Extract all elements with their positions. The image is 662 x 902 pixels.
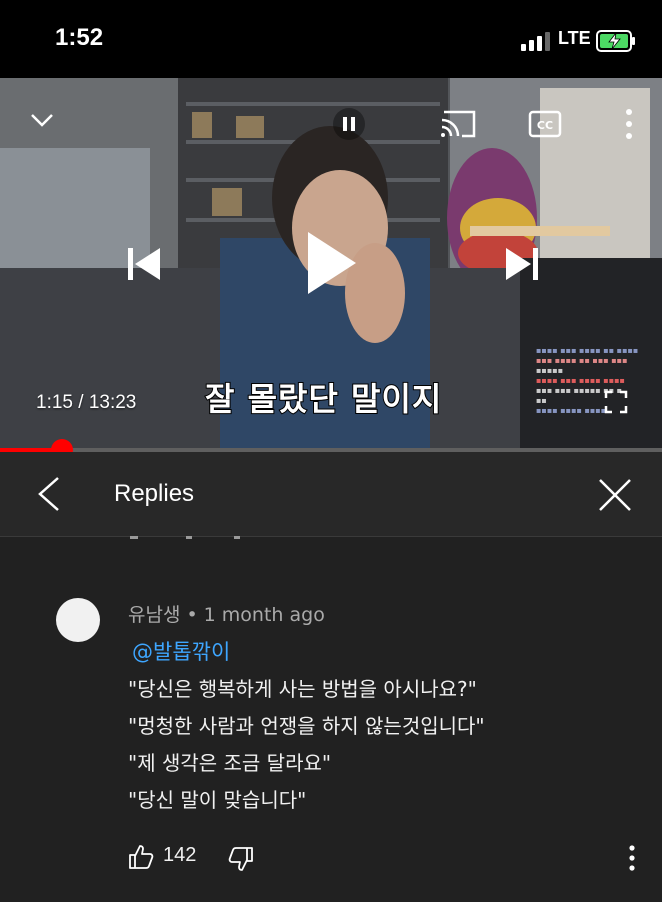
- comment-line: "멍청한 사람과 언쟁을 하지 않는것입니다": [128, 714, 485, 738]
- chevron-down-icon[interactable]: [30, 112, 54, 128]
- stream-chat-overlay: ▪▪▪▪ ▪▪▪ ▪▪▪▪ ▪▪ ▪▪▪▪ ▪▪▪ ▪▪▪▪ ▪▪ ▪▪▪ ▪▪…: [536, 346, 639, 415]
- comment-line: "제 생각은 조금 달라요": [128, 751, 332, 775]
- total-time: 13:23: [88, 392, 137, 413]
- previous-icon[interactable]: [126, 246, 162, 282]
- comment-meta: 유남생 • 1 month ago: [128, 600, 325, 627]
- video-subtitle: 잘 몰랐단 말이지: [204, 379, 443, 419]
- comment-mention[interactable]: @발톱깎이: [132, 636, 230, 666]
- cast-icon[interactable]: [440, 108, 478, 138]
- video-player[interactable]: CC 1:15 / 13:23 잘 몰랐단 말이지 ▪▪▪▪ ▪▪▪ ▪▪▪▪ …: [0, 78, 662, 452]
- more-vert-icon[interactable]: [626, 844, 638, 872]
- svg-text:CC: CC: [537, 119, 553, 132]
- video-time: 1:15 / 13:23: [36, 392, 136, 414]
- avatar[interactable]: [56, 598, 100, 642]
- comment-time: 1 month ago: [203, 604, 325, 626]
- replies-title: Replies: [114, 480, 195, 507]
- comment-actions: 142: [0, 838, 662, 878]
- clipped-content-edge: [130, 536, 240, 539]
- current-time: 1:15: [36, 392, 73, 413]
- pause-icon[interactable]: [333, 108, 365, 140]
- signal-icon: [521, 32, 550, 51]
- time-separator: /: [78, 392, 84, 413]
- thumbs-up-icon[interactable]: [128, 844, 154, 870]
- play-icon[interactable]: [304, 228, 360, 298]
- next-icon[interactable]: [504, 246, 540, 282]
- thumbs-down-icon[interactable]: [228, 846, 254, 872]
- replies-header: Replies: [0, 452, 662, 537]
- back-arrow-icon[interactable]: [36, 476, 62, 512]
- comment-author[interactable]: 유남생: [128, 604, 180, 626]
- meta-separator: •: [186, 604, 198, 626]
- like-count: 142: [163, 844, 197, 866]
- cc-icon[interactable]: CC: [528, 110, 562, 138]
- fullscreen-icon[interactable]: [604, 390, 628, 414]
- comment-line: "당신 말이 맞습니다": [128, 788, 307, 812]
- network-label: LTE: [558, 28, 591, 48]
- comment-line: "당신은 행복하게 사는 방법을 아시나요?": [128, 677, 477, 701]
- status-time: 1:52: [55, 24, 104, 51]
- more-vert-icon[interactable]: [624, 108, 634, 140]
- status-bar: 1:52 LTE: [0, 0, 662, 78]
- battery-icon: [596, 30, 635, 52]
- close-icon[interactable]: [598, 478, 632, 512]
